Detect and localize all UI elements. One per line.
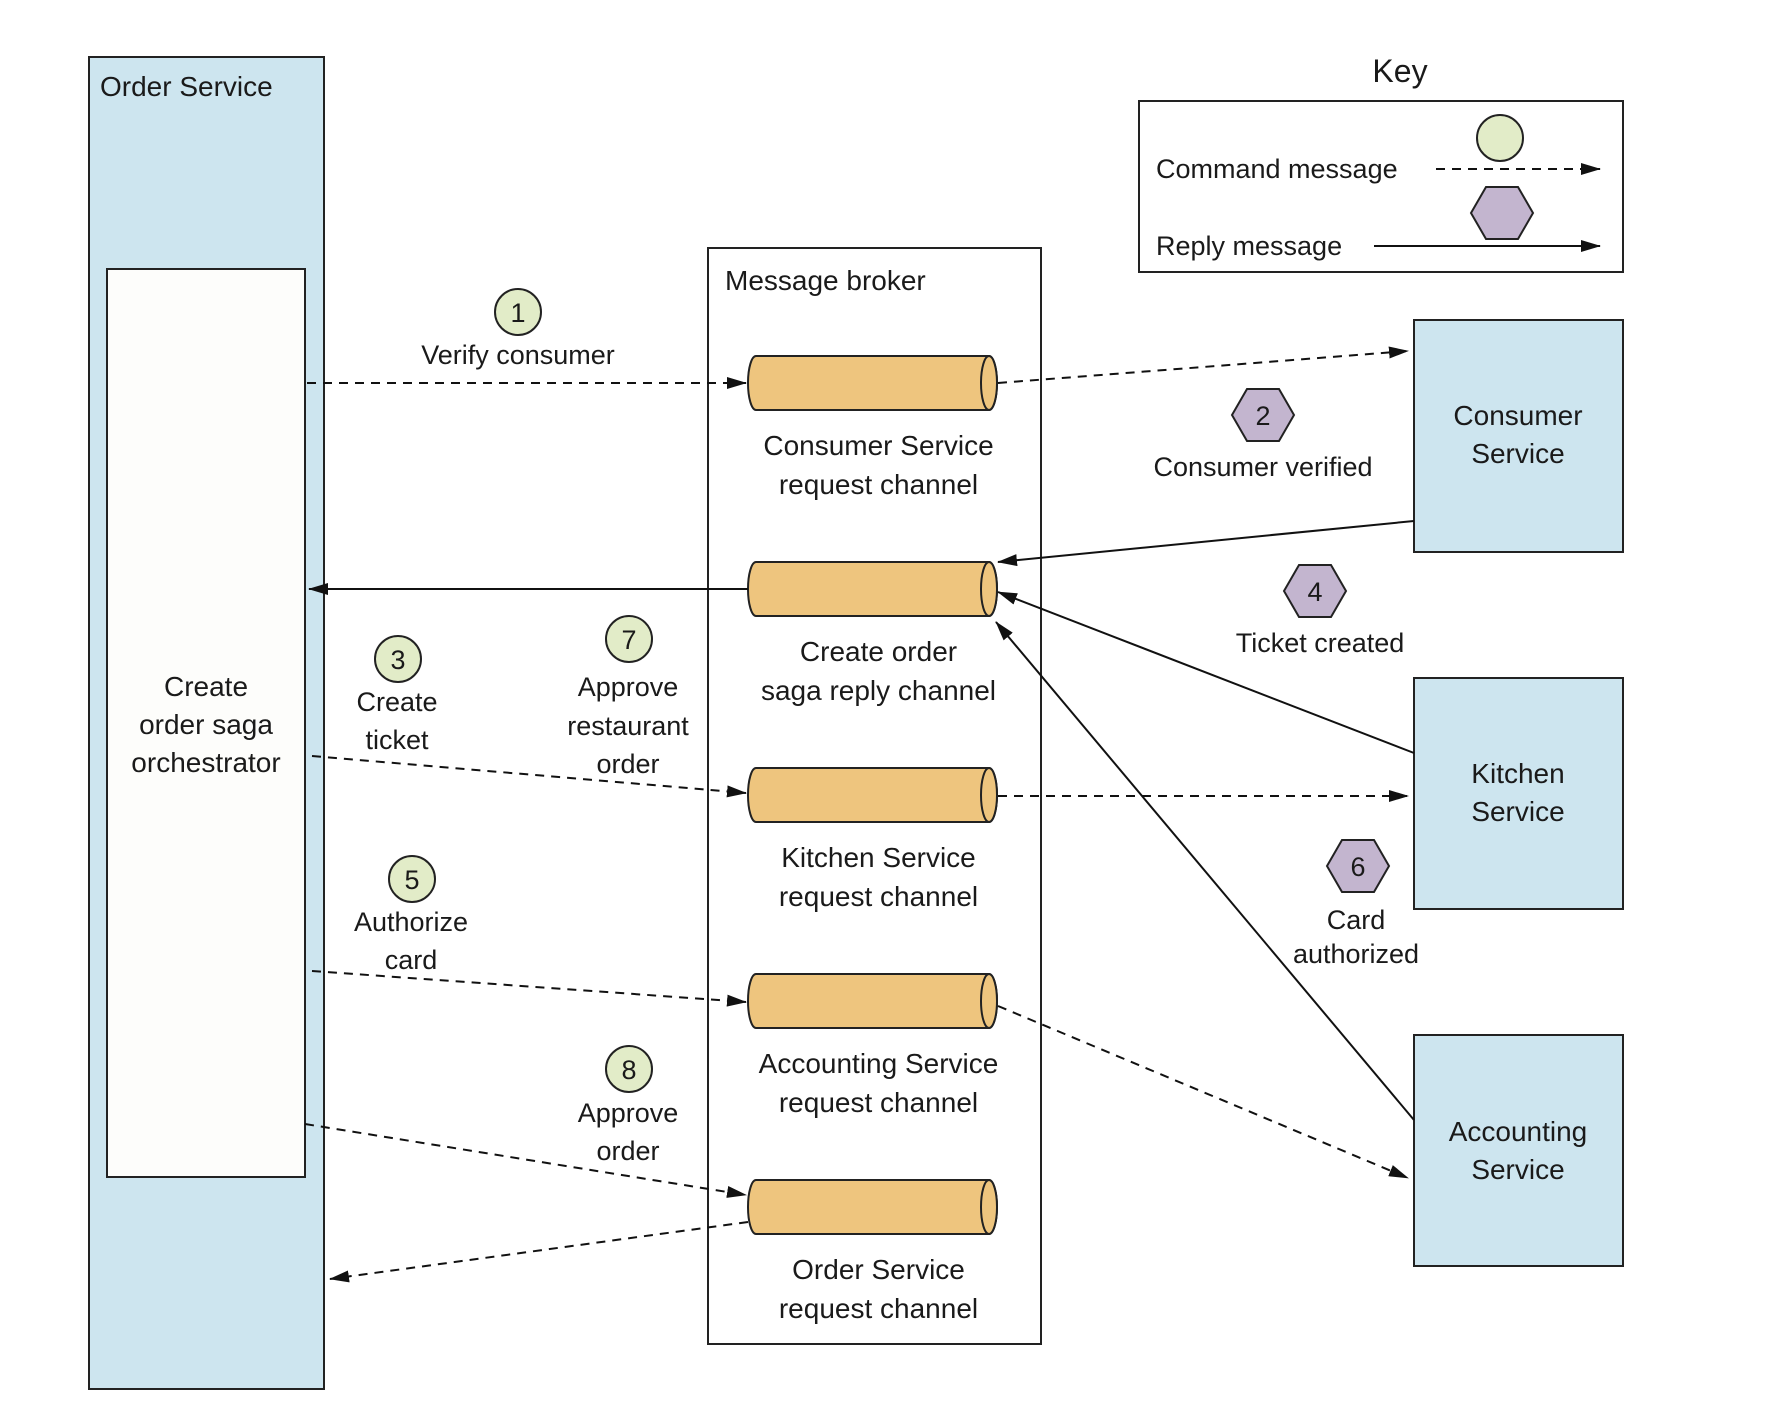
channel-label: Consumer Service: [763, 430, 993, 461]
step-number: 6: [1350, 852, 1365, 882]
step-label: restaurant: [567, 711, 689, 741]
channel-label: Order Service: [792, 1254, 965, 1285]
saga-diagram: Order Service Create order saga orchestr…: [88, 53, 1624, 1390]
kitchen-service: Kitchen Service: [1413, 677, 1624, 910]
step-number: 2: [1255, 401, 1270, 431]
channel-label: request channel: [779, 881, 978, 912]
consumer-service: Consumer Service: [1413, 319, 1624, 553]
orchestrator-label-1: Create: [164, 671, 248, 702]
step-label: Verify consumer: [421, 340, 615, 370]
channel-label: saga reply channel: [761, 675, 996, 706]
step-3: 3 Create ticket: [356, 635, 438, 755]
consumer-service-box: [1413, 319, 1624, 553]
step-number: 1: [510, 298, 525, 328]
step-label: Create: [356, 687, 437, 717]
step-number: 4: [1307, 577, 1322, 607]
step-label: order: [596, 749, 659, 779]
step-6: 6 Card authorized: [1293, 839, 1419, 969]
arrow-create-ticket: [311, 755, 747, 798]
channel-label: request channel: [779, 1087, 978, 1118]
orchestrator-label-2: order saga: [139, 709, 273, 740]
step-label: card: [385, 945, 438, 975]
step-2: 2 Consumer verified: [1153, 388, 1373, 482]
step-label: Approve: [578, 672, 679, 702]
channel-label: request channel: [779, 1293, 978, 1324]
step-label: authorized: [1293, 939, 1419, 969]
legend-reply-label: Reply message: [1156, 231, 1342, 261]
kitchen-service-label-2: Service: [1471, 796, 1564, 827]
channel-cylinder: [747, 355, 998, 411]
arrow-ticket-created: [997, 591, 1415, 754]
channel-cylinder: [747, 561, 998, 617]
step-label: order: [596, 1136, 659, 1166]
arrow-consumer-channel-to-service: [997, 346, 1409, 384]
legend: Key Command message Reply message: [1138, 53, 1624, 273]
step-label: Consumer verified: [1153, 452, 1372, 482]
order-service: Order Service Create order saga orchestr…: [88, 56, 325, 1390]
channel-label: Kitchen Service: [781, 842, 976, 873]
consumer-service-label-1: Consumer: [1453, 400, 1582, 431]
channel-label: request channel: [779, 469, 978, 500]
accounting-service-label-1: Accounting: [1449, 1116, 1588, 1147]
arrow-approve-order: [304, 1123, 747, 1198]
step-number: 5: [404, 865, 419, 895]
channel-cylinder-end: [980, 973, 998, 1029]
step-7: 7 Approve restaurant order: [567, 615, 689, 779]
step-label: Card: [1327, 905, 1386, 935]
arrow-accounting-channel-to-service: [997, 1005, 1409, 1179]
channel-cylinder: [747, 767, 998, 823]
step-1: 1 Verify consumer: [421, 288, 615, 370]
step-label: ticket: [365, 725, 429, 755]
accounting-service-box: [1413, 1034, 1624, 1267]
channel-cylinder: [747, 1179, 998, 1235]
legend-title: Key: [1372, 53, 1427, 89]
channel-cylinder: [747, 973, 998, 1029]
kitchen-service-label-1: Kitchen: [1471, 758, 1564, 789]
step-number: 7: [621, 625, 636, 655]
step-number: 8: [621, 1055, 636, 1085]
step-5: 5 Authorize card: [354, 855, 468, 975]
consumer-service-label-2: Service: [1471, 438, 1564, 469]
arrow-consumer-verified: [997, 520, 1415, 567]
kitchen-service-box: [1413, 677, 1624, 910]
channel-cylinder-end: [980, 1179, 998, 1235]
channel-label: Create order: [800, 636, 957, 667]
arrow-authorize-card: [311, 970, 747, 1007]
step-4: 4 Ticket created: [1236, 564, 1405, 658]
legend-command-circle-icon: [1476, 114, 1524, 162]
accounting-service-label-2: Service: [1471, 1154, 1564, 1185]
channel-cylinder-end: [980, 561, 998, 617]
channel-label: Accounting Service: [759, 1048, 999, 1079]
accounting-service: Accounting Service: [1413, 1034, 1624, 1267]
step-label: Ticket created: [1236, 628, 1405, 658]
legend-command-label: Command message: [1156, 154, 1398, 184]
orchestrator-label-3: orchestrator: [131, 747, 280, 778]
channel-cylinder-end: [980, 355, 998, 411]
step-label: Authorize: [354, 907, 468, 937]
channel-cylinder-end: [980, 767, 998, 823]
step-number: 3: [390, 645, 405, 675]
step-label: Approve: [578, 1098, 679, 1128]
broker-title: Message broker: [725, 265, 926, 296]
order-service-title: Order Service: [100, 71, 273, 102]
step-8: 8 Approve order: [578, 1045, 679, 1166]
arrow-order-channel-to-order-service: [329, 1221, 749, 1283]
